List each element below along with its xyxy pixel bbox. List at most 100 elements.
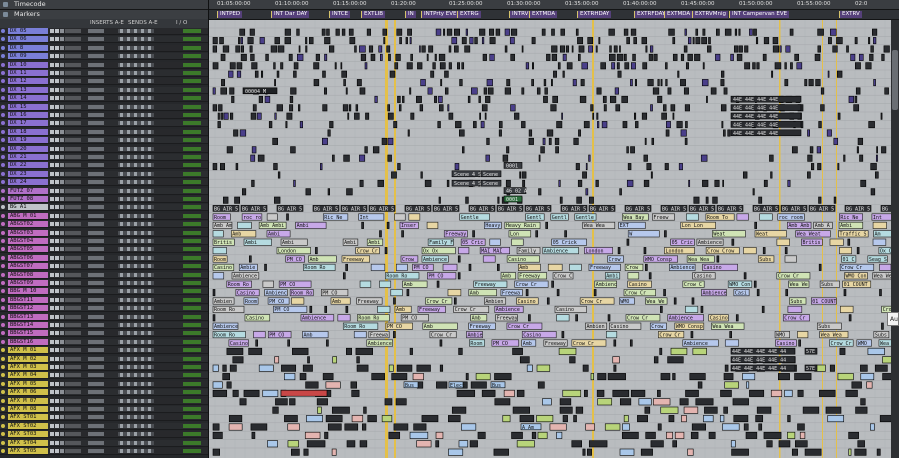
dialog-clip[interactable] [708,37,711,45]
sfx-clip[interactable] [645,431,656,439]
playlist-selector[interactable] [65,323,81,327]
dialog-clip[interactable] [531,62,534,70]
track-name[interactable]: DX 15 [8,103,48,110]
sfx-clip[interactable] [212,423,220,431]
sfx-clip[interactable] [435,440,440,448]
mute-button[interactable] [60,390,64,395]
sfx-clip[interactable] [470,381,487,389]
bg-clip[interactable] [511,238,524,246]
dialog-clip[interactable] [479,112,481,120]
vertical-scrollbar[interactable] [891,20,899,458]
record-button[interactable] [50,62,54,67]
sfx-clip[interactable] [659,347,663,355]
io-selector[interactable] [183,222,201,227]
send-slots[interactable] [118,281,154,285]
dialog-clip[interactable] [596,112,599,120]
dialog-clip[interactable] [712,196,718,204]
bg-clip[interactable] [700,305,704,313]
sfx-clip[interactable] [395,398,407,406]
sfx-clip[interactable] [481,389,496,397]
record-button[interactable] [50,365,54,369]
dialog-clip[interactable] [789,28,794,36]
dialog-clip[interactable] [446,179,450,187]
mute-button[interactable] [60,440,64,445]
track-name[interactable]: DX 8 [8,44,48,51]
dialog-clip[interactable] [633,37,637,45]
dialog-clip[interactable] [787,179,791,187]
sfx-clip[interactable] [667,356,684,364]
bg-clip[interactable] [556,289,560,297]
sfx-clip[interactable] [327,423,342,431]
dialog-clip[interactable] [478,95,481,103]
send-slots[interactable] [118,104,154,109]
dialog-clip[interactable] [256,112,262,120]
record-button[interactable] [50,121,54,126]
dialog-clip[interactable] [502,154,509,162]
dialog-clip[interactable] [580,79,585,87]
insert-slot[interactable] [88,71,104,75]
track-header[interactable]: DX 05 [0,28,208,35]
record-button[interactable] [50,79,54,84]
dialog-clip[interactable] [730,53,734,61]
dialog-clip[interactable] [396,28,403,36]
dialog-clip[interactable] [706,95,708,103]
dialog-clip[interactable] [685,121,688,129]
playlist-selector[interactable] [65,146,81,151]
dialog-clip[interactable] [609,95,617,103]
dialog-clip[interactable] [448,45,452,53]
dialog-clip[interactable] [555,146,559,154]
sfx-clip[interactable] [212,389,228,397]
bg-clip[interactable] [660,305,663,313]
dialog-clip[interactable] [543,95,548,103]
sfx-clip[interactable] [287,423,300,431]
bg-clip[interactable] [735,314,739,322]
dialog-clip[interactable] [354,45,357,53]
dialog-clip[interactable] [884,87,889,95]
track-header[interactable]: FUTZ 07 [0,187,208,195]
dialog-clip[interactable] [710,87,717,95]
io-selector[interactable] [183,129,201,134]
track-header[interactable]: ABGST05 [0,246,208,254]
sfx-clip[interactable] [848,448,852,456]
dialog-clip[interactable] [546,129,554,137]
dialog-clip[interactable] [600,62,606,70]
solo-button[interactable] [55,356,59,361]
dialog-clip[interactable] [581,62,589,70]
dialog-clip[interactable] [820,87,825,95]
dialog-clip[interactable] [807,129,810,137]
playlist-selector[interactable] [65,255,81,260]
bg-clip[interactable] [784,247,788,255]
record-button[interactable] [50,323,54,327]
dialog-clip[interactable] [627,163,632,171]
record-button[interactable] [50,138,54,143]
playlist-selector[interactable] [65,71,81,75]
dialog-clip[interactable] [734,28,738,36]
track-header[interactable]: BBGST14 [0,322,208,329]
sfx-clip[interactable] [222,364,227,372]
dialog-clip[interactable] [808,79,814,87]
sfx-clip[interactable] [275,398,288,406]
bg-clip[interactable] [648,272,652,280]
dialog-clip[interactable] [630,146,635,154]
mute-button[interactable] [60,197,64,201]
dialog-clip[interactable] [684,28,687,36]
dialog-clip[interactable] [488,87,494,95]
mute-button[interactable] [60,171,64,176]
sfx-clip[interactable] [243,389,260,397]
playlist-selector[interactable] [65,449,81,453]
dialog-clip[interactable] [541,28,546,36]
bg-clip[interactable] [262,280,274,288]
marker[interactable]: EXTLIB [361,11,385,18]
sfx-clip[interactable] [356,356,360,364]
dialog-clip[interactable] [420,171,423,179]
bg-clip[interactable] [627,272,640,280]
sfx-clip[interactable] [456,389,476,397]
sfx-clip[interactable] [685,389,699,397]
solo-button[interactable] [55,255,59,260]
dialog-clip[interactable] [416,95,422,103]
dialog-clip[interactable] [284,37,291,45]
track-name[interactable]: ABGST09 [8,280,48,286]
insert-slot[interactable] [88,356,104,361]
send-slots[interactable] [118,432,154,437]
sfx-clip[interactable] [746,381,750,389]
